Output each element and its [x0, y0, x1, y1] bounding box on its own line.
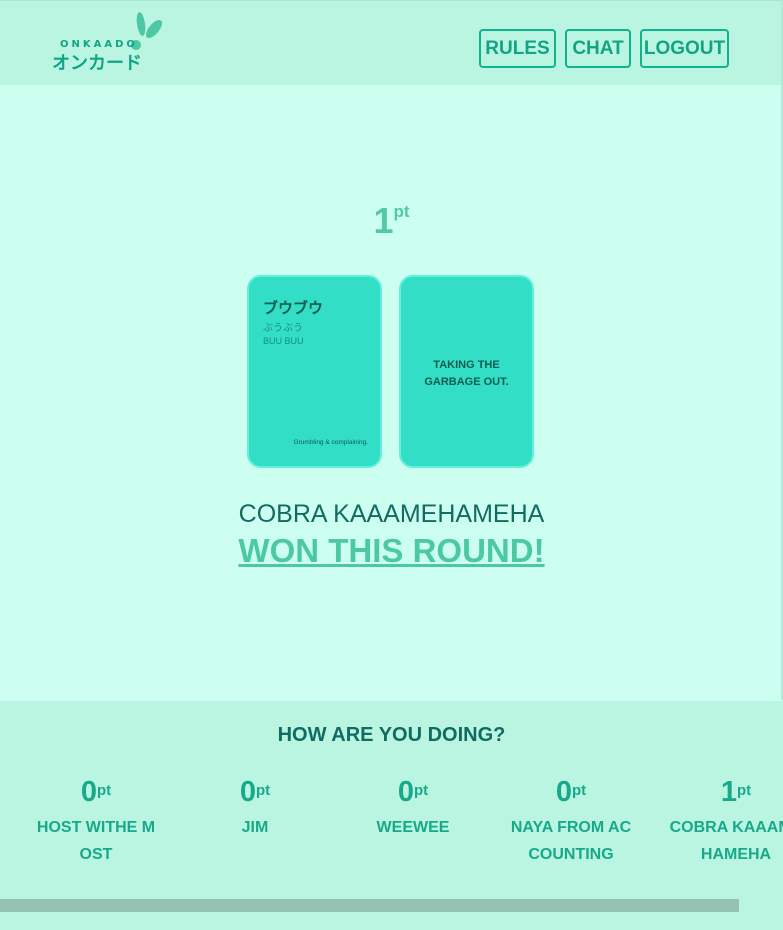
onkaado-logo[interactable]: ONKAADO オンカード	[52, 11, 172, 74]
player-points-value: 0	[80, 776, 97, 808]
player-score: 0pt NAYA FROM ACCOUNTING	[492, 776, 650, 868]
player-points-unit: pt	[413, 782, 429, 799]
word-meaning: Grumbling & complaining.	[293, 439, 368, 446]
scoreboard-title: HOW ARE YOU DOING?	[277, 724, 506, 746]
player-points: 1pt	[651, 776, 783, 814]
player-points-value: 0	[239, 776, 256, 808]
player-score: 0pt HOST WITHE MOST	[17, 776, 175, 868]
prompt-card: TAKING THE GARBAGE OUT.	[399, 275, 534, 468]
player-points: 0pt	[492, 776, 650, 814]
winner-name: COBRA KAAAMEHAMEHA	[238, 500, 545, 528]
player-points-unit: pt	[736, 782, 752, 799]
player-name: WEEWEE	[376, 819, 450, 836]
player-points-value: 0	[397, 776, 414, 808]
player-name: JIM	[241, 819, 269, 836]
word-kana: ぶうぶう	[263, 323, 303, 334]
player-name: COBRA KAAAMEHAMEHA	[669, 819, 783, 863]
player-points: 0pt	[176, 776, 334, 814]
player-points-unit: pt	[571, 782, 587, 799]
player-score: 1pt COBRA KAAAMEHAMEHA	[651, 776, 783, 868]
horizontal-scrollbar[interactable]	[0, 899, 739, 912]
scoreboard: HOW ARE YOU DOING? 0pt HOST WITHE MOST 0…	[0, 701, 783, 930]
player-points-value: 1	[720, 776, 737, 808]
word-card: ブウブウ ぶうぶう BUU BUU Grumbling & complainin…	[247, 275, 382, 468]
word-japanese: ブウブウ	[263, 299, 324, 317]
player-points: 0pt	[17, 776, 175, 814]
player-points-value: 0	[555, 776, 572, 808]
player-name: HOST WITHE MOST	[36, 819, 156, 863]
app-header: ONKAADO オンカード RULES CHAT LOGOUT	[0, 0, 783, 85]
winner-message-text: WON THIS ROUND!	[238, 532, 545, 569]
player-name: NAYA FROM ACCOUNTING	[510, 819, 632, 863]
chat-button[interactable]: CHAT	[565, 29, 631, 68]
player-points: 0pt	[334, 776, 492, 814]
round-points-value: 1	[373, 200, 394, 241]
word-romaji: BUU BUU	[263, 336, 304, 346]
player-score: 0pt JIM	[176, 776, 334, 841]
logo-japanese-text: オンカード	[52, 53, 142, 74]
winner-message: WON THIS ROUND!	[0, 532, 783, 570]
player-points-unit: pt	[255, 782, 271, 799]
logout-button[interactable]: LOGOUT	[640, 29, 729, 68]
prompt-text: TAKING THE GARBAGE OUT.	[424, 359, 509, 388]
round-points-unit: pt	[393, 202, 410, 221]
player-score: 0pt WEEWEE	[334, 776, 492, 841]
round-points: 1pt	[0, 200, 783, 242]
player-points-unit: pt	[96, 782, 112, 799]
rules-button[interactable]: RULES	[479, 29, 556, 68]
